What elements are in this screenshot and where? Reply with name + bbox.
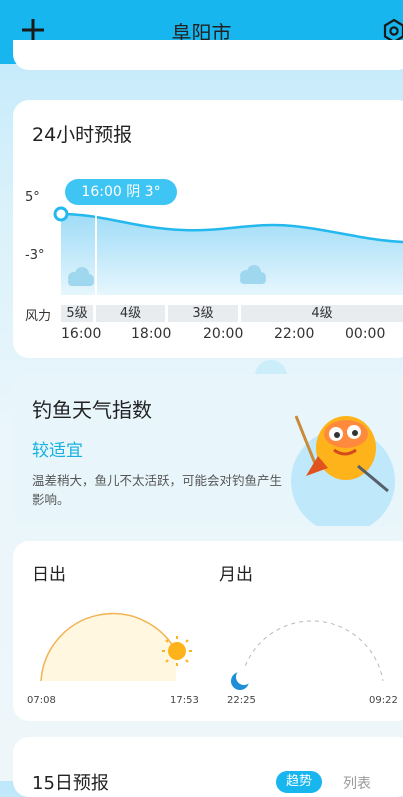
- sun-moon-arcs: [40, 612, 384, 690]
- fishing-level: 较适宜: [32, 441, 83, 461]
- moonset-time: 09:22: [369, 695, 398, 706]
- moonrise-title: 月出: [219, 565, 253, 585]
- forecast-15day-card: 15日预报 趋势 列表: [13, 737, 403, 797]
- wind-label: 风力: [25, 309, 52, 324]
- moon-arc: [240, 620, 384, 682]
- hour-label: 16:00: [61, 326, 102, 342]
- wind-level-segment: 4级: [241, 305, 403, 322]
- temperature-chart[interactable]: [13, 200, 403, 305]
- temperature-area: [61, 214, 403, 295]
- hour-label: 20:00: [203, 326, 244, 342]
- wind-level-segment: 5级: [61, 305, 93, 322]
- moon-icon: [231, 669, 252, 690]
- hour-label: 00:00: [345, 326, 386, 342]
- sun-moon-card: 日出 月出 07:08 17:53 22:25 09:22: [13, 541, 403, 721]
- hour-label: 22:00: [274, 326, 315, 342]
- fish-mascot-icon: [291, 415, 395, 526]
- sunset-time: 17:53: [170, 695, 199, 706]
- sunrise-time: 07:08: [27, 695, 56, 706]
- selected-point[interactable]: [53, 206, 69, 222]
- hour-label: 18:00: [131, 326, 172, 342]
- previous-card: [13, 40, 403, 70]
- wind-level-segment: 3级: [168, 305, 238, 322]
- hourly-title: 24小时预报: [32, 124, 133, 146]
- tab-list[interactable]: 列表: [343, 773, 371, 793]
- forecast-15day-title: 15日预报: [32, 773, 109, 794]
- fishing-index-card[interactable]: 钓鱼天气指数 较适宜 温差稍大，鱼儿不太活跃，可能会对钓鱼产生影响。: [13, 374, 403, 526]
- hourly-forecast-card: 24小时预报 16:00 阴 3° 5° -3° 风力 5级 4级 3级 4级 …: [13, 100, 403, 358]
- sunrise-title: 日出: [32, 565, 66, 585]
- tab-trend[interactable]: 趋势: [276, 771, 322, 793]
- wind-level-segment: 4级: [96, 305, 165, 322]
- fishing-title: 钓鱼天气指数: [32, 398, 152, 422]
- moonrise-time: 22:25: [227, 695, 256, 706]
- sun-arc-fill: [41, 613, 176, 681]
- fishing-description: 温差稍大，鱼儿不太活跃，可能会对钓鱼产生影响。: [32, 473, 283, 507]
